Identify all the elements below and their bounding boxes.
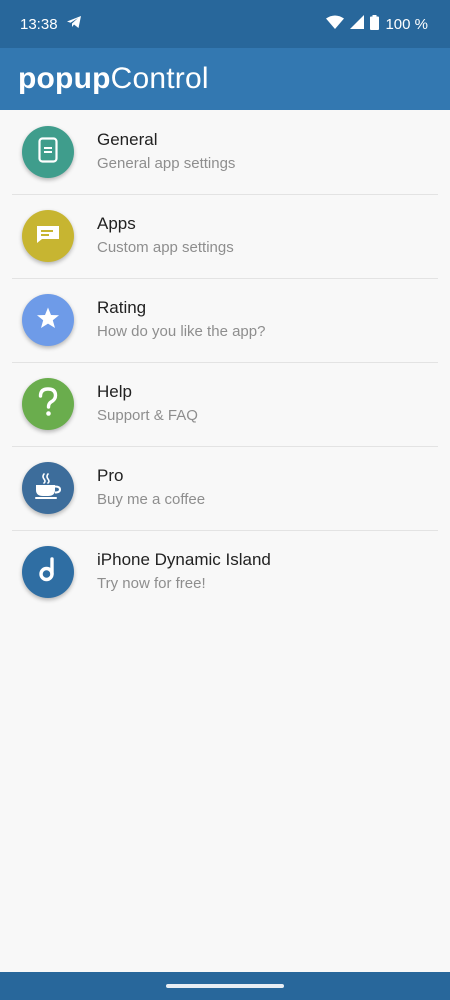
menu-item-title: Rating (97, 298, 147, 317)
menu-item-texts: Rating How do you like the app? (97, 297, 265, 343)
app-title-light: Control (110, 62, 209, 95)
menu-item-dynamic-island[interactable]: iPhone Dynamic Island Try now for free! (0, 530, 450, 614)
menu-item-subtitle: Try now for free! (97, 575, 206, 592)
wifi-icon (326, 15, 345, 33)
pro-icon-circle (22, 462, 74, 514)
menu-item-title: Help (97, 382, 132, 401)
status-bar: 13:38 100 % (0, 0, 450, 48)
menu-item-subtitle: Buy me a coffee (97, 491, 206, 508)
message-icon (35, 224, 61, 249)
menu-item-pro[interactable]: Pro Buy me a coffee (0, 446, 450, 530)
apps-icon-circle (22, 210, 74, 262)
dynamic-island-icon-circle (22, 546, 74, 598)
star-icon (36, 306, 60, 335)
menu-item-help[interactable]: Help Support & FAQ (0, 362, 450, 446)
menu-item-subtitle: General app settings (97, 155, 236, 172)
help-icon-circle (22, 378, 74, 430)
home-gesture-handle[interactable] (166, 984, 284, 988)
navigation-bar (0, 972, 450, 1000)
menu-item-subtitle: Support & FAQ (97, 407, 198, 424)
battery-icon (370, 14, 380, 34)
menu-item-subtitle: How do you like the app? (97, 323, 266, 340)
document-icon (38, 136, 58, 168)
signal-icon (350, 15, 365, 33)
menu-item-title: Pro (97, 466, 124, 485)
menu-item-title: General (97, 130, 158, 149)
menu-item-texts: iPhone Dynamic Island Try now for free! (97, 549, 271, 595)
menu-item-title: Apps (97, 214, 136, 233)
status-time: 13:38 (20, 15, 58, 33)
question-icon (37, 386, 59, 422)
status-right: 100 % (326, 14, 428, 34)
rating-icon-circle (22, 294, 74, 346)
menu-item-texts: Help Support & FAQ (97, 381, 198, 427)
coffee-icon (34, 472, 62, 504)
app-bar: popup Control (0, 48, 450, 110)
menu-item-general[interactable]: General General app settings (0, 110, 450, 194)
menu-item-texts: Pro Buy me a coffee (97, 465, 205, 511)
menu-item-texts: General General app settings (97, 129, 235, 175)
menu-item-apps[interactable]: Apps Custom app settings (0, 194, 450, 278)
status-left: 13:38 (20, 15, 82, 33)
app-title-bold: popup (18, 62, 111, 95)
menu-item-subtitle: Custom app settings (97, 239, 234, 256)
telegram-icon (66, 15, 82, 33)
general-icon-circle (22, 126, 74, 178)
battery-percent: 100 % (385, 15, 428, 33)
menu-list: General General app settings Apps Custom… (0, 110, 450, 614)
menu-item-texts: Apps Custom app settings (97, 213, 234, 259)
menu-item-title: iPhone Dynamic Island (97, 550, 271, 569)
menu-item-rating[interactable]: Rating How do you like the app? (0, 278, 450, 362)
dynamic-island-icon (37, 556, 59, 588)
